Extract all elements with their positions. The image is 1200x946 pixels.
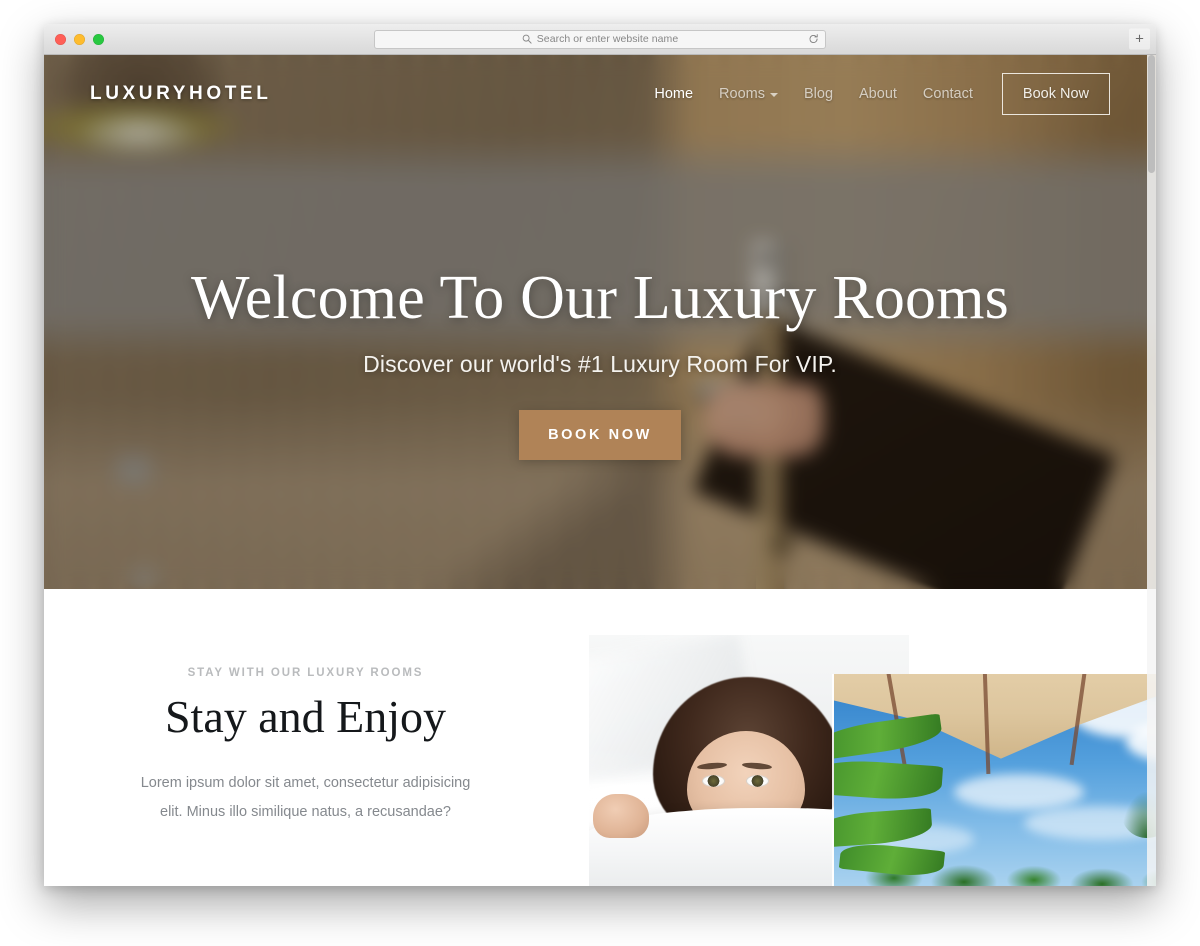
screenshot-root: Search or enter website name + LUXURYHOT…: [0, 0, 1200, 946]
bed-woman-eye-left: [702, 775, 725, 787]
about-image-resort: [834, 674, 1156, 886]
close-window-button[interactable]: [55, 33, 66, 45]
about-title: Stay and Enjoy: [164, 691, 447, 742]
browser-toolbar: Search or enter website name +: [44, 24, 1156, 55]
address-bar-container: Search or enter website name: [374, 29, 826, 49]
hero-title: Welcome To Our Luxury Rooms: [190, 264, 1010, 332]
about-section: STAY WITH OUR LUXURY ROOMS Stay and Enjo…: [44, 589, 1156, 886]
hero-content: Welcome To Our Luxury Rooms Discover our…: [44, 265, 1156, 460]
nav-item-rooms-label: Rooms: [719, 86, 765, 102]
hero-section: LUXURYHOTEL Home Rooms Blog About Contac…: [44, 55, 1156, 589]
chevron-down-icon: [769, 93, 778, 97]
about-inner: STAY WITH OUR LUXURY ROOMS Stay and Enjo…: [44, 589, 1156, 886]
about-text-column: STAY WITH OUR LUXURY ROOMS Stay and Enjo…: [44, 589, 509, 886]
nav-item-rooms[interactable]: Rooms: [706, 86, 791, 102]
search-icon: [522, 34, 532, 44]
bed-woman-eye-right: [746, 775, 769, 787]
nav-item-contact[interactable]: Contact: [910, 86, 986, 102]
page-scrollbar-thumb[interactable]: [1148, 55, 1155, 173]
about-media-column: [544, 589, 1156, 886]
zoom-window-button[interactable]: [93, 33, 104, 45]
nav-links: Home Rooms Blog About Contact Book Now: [641, 73, 1110, 115]
reload-icon[interactable]: [808, 34, 819, 45]
nav-item-contact-label: Contact: [922, 86, 973, 102]
address-bar-placeholder: Search or enter website name: [536, 33, 679, 45]
resort-cloud: [954, 774, 1084, 810]
nav-item-blog-label: Blog: [803, 86, 834, 102]
new-tab-button[interactable]: +: [1129, 28, 1150, 50]
nav-item-home[interactable]: Home: [641, 86, 706, 102]
window-controls: [44, 33, 104, 45]
page-viewport: LUXURYHOTEL Home Rooms Blog About Contac…: [44, 55, 1156, 886]
bed-woman-hand: [593, 794, 649, 838]
site-logo[interactable]: LUXURYHOTEL: [90, 83, 271, 105]
address-bar[interactable]: Search or enter website name: [374, 29, 826, 49]
nav-item-home-label: Home: [654, 86, 694, 102]
minimize-window-button[interactable]: [74, 33, 85, 45]
page-scrollbar[interactable]: [1147, 55, 1156, 886]
hero-book-now-button[interactable]: BOOK NOW: [519, 409, 681, 460]
nav-book-now-button[interactable]: Book Now: [1001, 73, 1110, 115]
address-bar-content: Search or enter website name: [522, 33, 678, 45]
nav-item-blog[interactable]: Blog: [791, 86, 846, 102]
about-eyebrow: STAY WITH OUR LUXURY ROOMS: [187, 667, 424, 679]
about-body-text: Lorem ipsum dolor sit amet, consectetur …: [140, 774, 471, 820]
nav-item-about-label: About: [859, 86, 897, 102]
nav-item-about[interactable]: About: [846, 86, 910, 102]
browser-window: Search or enter website name + LUXURYHOT…: [44, 24, 1156, 886]
site-navbar: LUXURYHOTEL Home Rooms Blog About Contac…: [44, 55, 1156, 133]
hero-subtitle: Discover our world's #1 Luxury Room For …: [363, 350, 837, 377]
